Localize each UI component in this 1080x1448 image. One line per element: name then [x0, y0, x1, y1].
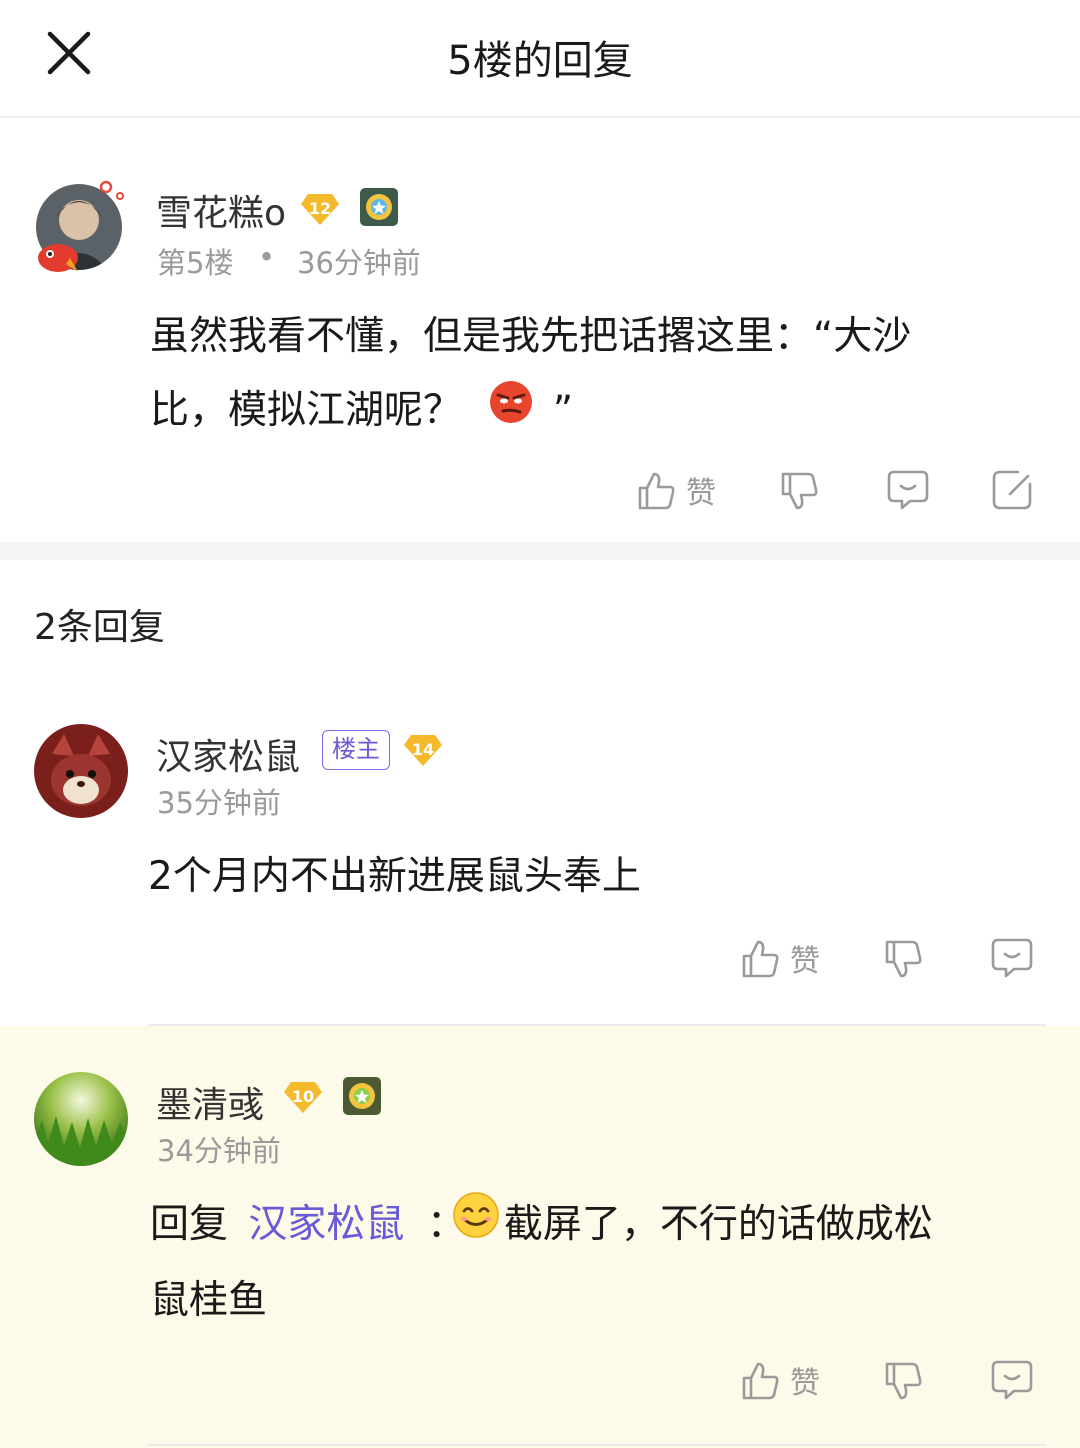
dislike-button[interactable] — [777, 470, 821, 514]
like-button[interactable]: 赞 — [738, 936, 820, 980]
comment-button[interactable] — [886, 468, 930, 512]
smile-emoji-icon — [452, 1190, 500, 1264]
like-button[interactable]: 赞 — [634, 468, 716, 512]
reply-content: 回复 汉家松鼠 ： 截屏了，不行的话做成松 鼠桂鱼 — [150, 1188, 1030, 1338]
reply-time: 35分钟前 — [157, 786, 281, 820]
header: 5楼的回复 — [0, 0, 1080, 118]
meta-separator: • — [258, 240, 276, 274]
section-divider — [0, 542, 1080, 560]
thumbs-up-icon — [742, 1362, 779, 1400]
thumbs-up-icon — [638, 472, 675, 510]
edit-icon — [992, 470, 1032, 510]
dislike-button[interactable] — [881, 938, 925, 982]
comment-icon — [991, 938, 1033, 978]
dislike-button[interactable] — [881, 1360, 925, 1404]
level-badge: 12 — [300, 192, 340, 226]
smirk-emoji-icon — [488, 376, 534, 450]
comment-icon — [991, 1360, 1033, 1400]
edit-button[interactable] — [990, 468, 1034, 512]
avatar-frame-icon — [38, 180, 124, 272]
avatar[interactable] — [34, 724, 128, 818]
reply-content-line2: 鼠桂鱼 — [150, 1277, 268, 1323]
post-content-line1: 虽然我看不懂，但是我先把话撂这里：“大沙 — [150, 314, 912, 359]
owner-tag: 楼主 — [322, 730, 390, 770]
level-badge: 14 — [403, 733, 443, 767]
reply-to-link[interactable]: 汉家松鼠 — [248, 1202, 404, 1247]
reply-content: 2个月内不出新进展鼠头奉上 — [148, 854, 641, 899]
post-content-line2: 比，模拟江湖呢？ ” — [150, 374, 980, 450]
thumbs-down-icon — [781, 472, 818, 510]
reply-content-line1: 回复 汉家松鼠 ： 截屏了，不行的话做成松 — [150, 1188, 1030, 1264]
comment-icon — [887, 470, 929, 510]
reply-divider — [148, 1444, 1046, 1446]
author-name[interactable]: 墨清彧 — [156, 1076, 264, 1128]
post-time: 36分钟前 — [297, 246, 421, 280]
reply-time: 34分钟前 — [157, 1134, 281, 1168]
avatar[interactable] — [34, 1072, 128, 1166]
thumbs-up-icon — [742, 940, 779, 978]
author-name[interactable]: 汉家松鼠 — [156, 728, 300, 780]
author-name[interactable]: 雪花糕o — [156, 184, 286, 236]
medal-icon — [341, 1075, 383, 1117]
thumbs-down-icon — [885, 1362, 922, 1400]
like-button[interactable]: 赞 — [738, 1358, 820, 1402]
level-badge: 10 — [283, 1080, 323, 1114]
floor-label: 第5楼 — [157, 246, 234, 280]
comment-button[interactable] — [990, 1358, 1034, 1402]
medal-icon — [358, 186, 400, 228]
page-title: 5楼的回复 — [447, 38, 633, 84]
comment-button[interactable] — [990, 936, 1034, 980]
reply-count: 2条回复 — [34, 607, 165, 648]
thumbs-down-icon — [885, 940, 922, 978]
post-content: 虽然我看不懂，但是我先把话撂这里：“大沙 比，模拟江湖呢？ ” — [150, 300, 980, 450]
main-post: 雪花糕o 12 第5楼 • 36分钟前 虽然我看不懂，但是我先把话撂这里：“大沙… — [0, 120, 1080, 542]
